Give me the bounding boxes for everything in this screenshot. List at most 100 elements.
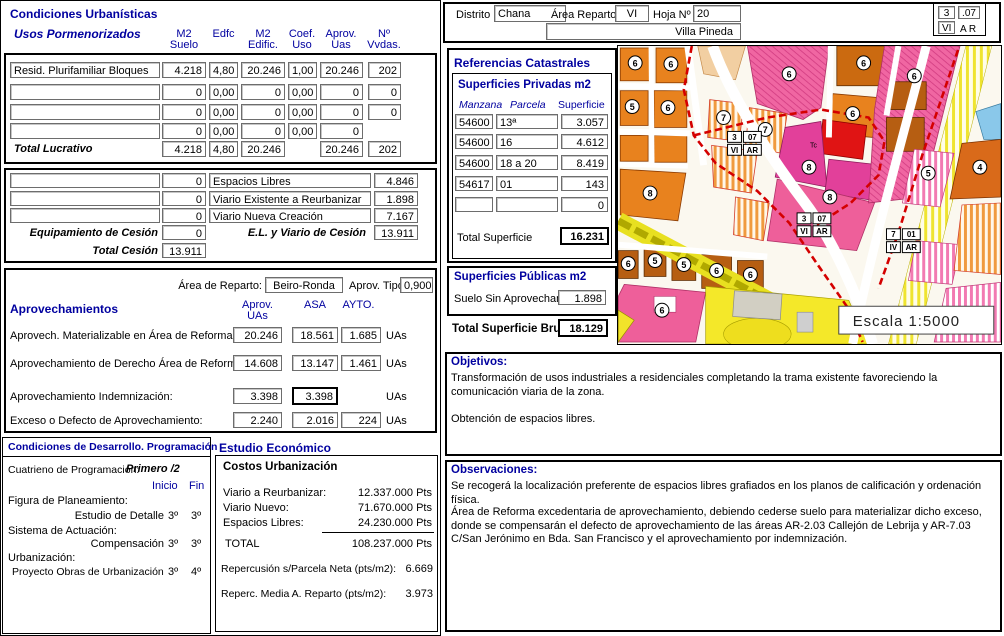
privadas-title: Superficies Privadas m2	[458, 79, 591, 91]
nombre-field[interactable]: Villa Pineda	[546, 23, 741, 40]
svg-text:6: 6	[626, 259, 631, 269]
n-vvdas-field[interactable]: 0	[368, 104, 401, 120]
aprov-uas-field[interactable]: 0	[320, 84, 363, 100]
cesion-left-value-field[interactable]: 0	[162, 191, 206, 206]
total-aprov-field[interactable]: 20.246	[320, 141, 363, 157]
parcela-field[interactable]	[496, 197, 558, 212]
col-header-aprov-uas-2: Aprov. UAs	[233, 300, 282, 322]
superficie-field[interactable]: 0	[561, 197, 608, 212]
n-vvdas-field[interactable]: 0	[368, 84, 401, 100]
viario-nueva-value-field[interactable]: 7.167	[374, 208, 418, 223]
m2-edific-field[interactable]: 0	[241, 104, 285, 120]
total-lucrativo-label: Total Lucrativo	[14, 143, 92, 156]
svg-text:8: 8	[807, 163, 812, 173]
coef-uso-field[interactable]: 0,00	[288, 104, 317, 120]
m2-suelo-field[interactable]: 4.218	[162, 62, 206, 78]
superficie-field[interactable]: 143	[561, 176, 608, 191]
aprov-uas-field[interactable]: 0	[320, 123, 363, 139]
aprov-derecho-v3[interactable]: 1.461	[341, 355, 381, 371]
svg-text:7: 7	[891, 230, 896, 239]
cesion-left-label-field[interactable]	[10, 191, 160, 206]
svg-text:07: 07	[817, 214, 826, 223]
superficie-field[interactable]: 3.057	[561, 114, 608, 129]
total-superficie-field[interactable]: 16.231	[560, 227, 609, 245]
uso-label-field[interactable]	[10, 104, 160, 120]
manzana-field[interactable]: 54600	[455, 134, 493, 149]
viario-existente-label-field[interactable]: Viario Existente a Reurbanizar	[209, 191, 371, 206]
aprov-uas-field[interactable]: 0	[320, 104, 363, 120]
superficie-field[interactable]: 8.419	[561, 155, 608, 170]
manzana-field[interactable]: 54600	[455, 114, 493, 129]
viario-nueva-label-field[interactable]: Viario Nueva Creación	[209, 208, 371, 223]
espacios-libres-value-field[interactable]: 4.846	[374, 173, 418, 188]
total-m2-suelo-field[interactable]: 4.218	[162, 141, 206, 157]
aprov-materializable-v2[interactable]: 18.561	[292, 327, 338, 343]
m2-suelo-field[interactable]: 0	[162, 84, 206, 100]
el-viario-cesion-field[interactable]: 13.911	[374, 225, 418, 240]
cesion-left-label-field[interactable]	[10, 173, 160, 188]
svg-text:07: 07	[748, 133, 757, 142]
aprov-tipo-field[interactable]: 0,900	[400, 277, 433, 293]
parcela-field[interactable]: 16	[496, 134, 558, 149]
manzana-field[interactable]	[455, 197, 493, 212]
manzana-field[interactable]: 54617	[455, 176, 493, 191]
m2-edific-field[interactable]: 20.246	[241, 62, 285, 78]
edfc-field[interactable]: 4,80	[209, 62, 238, 78]
svg-text:8: 8	[827, 192, 832, 202]
total-m2-edific-field[interactable]: 20.246	[241, 141, 285, 157]
cesion-left-label-field[interactable]	[10, 208, 160, 223]
manzana-field[interactable]: 54600	[455, 155, 493, 170]
m2-suelo-field[interactable]: 0	[162, 123, 206, 139]
exceso-defecto-v1[interactable]: 2.240	[233, 412, 282, 428]
aprov-uas-field[interactable]: 20.246	[320, 62, 363, 78]
aprov-indemnizacion-v2[interactable]: 3.398	[292, 387, 338, 405]
parcela-field[interactable]: 01	[496, 176, 558, 191]
area-reparto-field[interactable]: Beiro-Ronda	[265, 277, 343, 293]
equipamiento-cesion-field[interactable]: 0	[162, 225, 206, 240]
superficie-field[interactable]: 4.612	[561, 134, 608, 149]
cesion-left-value-field[interactable]: 0	[162, 173, 206, 188]
col-header-superficie: Superficie	[558, 99, 605, 112]
total-vvdas-field[interactable]: 202	[368, 141, 401, 157]
aprov-materializable-v3[interactable]: 1.685	[341, 327, 381, 343]
parcela-field[interactable]: 13ª	[496, 114, 558, 129]
edfc-field[interactable]: 0,00	[209, 104, 238, 120]
suelo-sin-aprovecham-label: Suelo Sin Aprovecham.	[454, 293, 568, 306]
edfc-field[interactable]: 0,00	[209, 123, 238, 139]
aprov-derecho-v2[interactable]: 13.147	[292, 355, 338, 371]
uso-label-field[interactable]: Resid. Plurifamiliar Bloques	[10, 62, 160, 78]
distrito-label: Distrito	[456, 9, 490, 22]
area-reparto-header-field[interactable]: VI	[615, 5, 649, 22]
cesion-left-value-field[interactable]: 0	[162, 208, 206, 223]
espacios-libres-label-field[interactable]: Espacios Libres	[209, 173, 371, 188]
suelo-sin-aprovecham-field[interactable]: 1.898	[558, 290, 606, 305]
coef-uso-field[interactable]: 0,00	[288, 123, 317, 139]
exceso-defecto-v3[interactable]: 224	[341, 412, 381, 428]
uso-label-field[interactable]	[10, 123, 160, 139]
cuatrienio-label: Cuatrieno de Programación:	[8, 464, 139, 477]
total-cesion-field[interactable]: 13.911	[162, 243, 206, 258]
m2-edific-field[interactable]: 0	[241, 84, 285, 100]
repercusion-label: Repercusión s/Parcela Neta (pts/m2):	[221, 563, 396, 576]
hoja-field[interactable]: 20	[693, 5, 741, 22]
exceso-defecto-v2[interactable]: 2.016	[292, 412, 338, 428]
m2-suelo-field[interactable]: 0	[162, 104, 206, 120]
viario-existente-value-field[interactable]: 1.898	[374, 191, 418, 206]
m2-edific-field[interactable]: 0	[241, 123, 285, 139]
total-superficie-bruta-field[interactable]: 18.129	[558, 319, 608, 337]
n-vvdas-field[interactable]: 202	[368, 62, 401, 78]
estudio-economico-title: Estudio Económico	[219, 441, 331, 455]
proyecto-obras-inicio: 3º	[168, 566, 178, 579]
uso-label-field[interactable]	[10, 84, 160, 100]
aprov-derecho-v1[interactable]: 14.608	[233, 355, 282, 371]
parcela-field[interactable]: 18 a 20	[496, 155, 558, 170]
edfc-field[interactable]: 0,00	[209, 84, 238, 100]
aprov-tipo-label: Aprov. Tipo:	[349, 280, 407, 293]
area-reparto-label: Área de Reparto:	[170, 280, 262, 293]
coef-uso-field[interactable]: 0,00	[288, 84, 317, 100]
total-edfc-field[interactable]: 4,80	[209, 141, 238, 157]
aprov-materializable-v1[interactable]: 20.246	[233, 327, 282, 343]
coef-uso-field[interactable]: 1,00	[288, 62, 317, 78]
uas-unit: UAs	[386, 358, 407, 371]
aprov-indemnizacion-v1[interactable]: 3.398	[233, 388, 282, 404]
